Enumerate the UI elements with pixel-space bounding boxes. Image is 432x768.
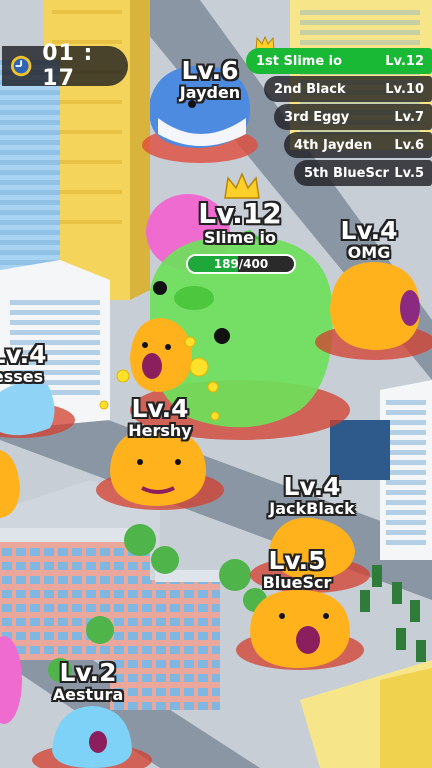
player-level: Lv.12 [198,197,282,230]
slime-name: Aestura [52,685,124,704]
leaderboard-row-5: 5th BlueScr Lv.5 [294,160,432,186]
slime-level: Lv.4 [340,216,398,245]
slime-name: Jayden [179,83,241,102]
leaderboard-level: Lv.10 [385,81,424,97]
leaderboard-row-3: 3rd Eggy Lv.7 [274,104,432,130]
leaderboard-name: 4th Jayden [294,137,373,153]
slime-level: Lv.5 [268,546,326,575]
slime-name: esses [0,367,44,386]
leaderboard-row-2: 2nd Black Lv.10 [264,76,432,102]
blue-shop-roof [330,420,390,480]
player-name: Slime io [203,228,277,247]
xp-bar: 189/400 [186,254,296,274]
match-timer: 01 : 17 [2,41,128,91]
leaderboard-name: 1st Slime io [256,53,343,69]
leaderboard-name: 5th BlueScr [304,165,389,181]
glass-building-left [0,60,60,290]
slime-name: BlueScr [262,573,332,592]
slime-level: Lv.4 [131,394,189,423]
leaderboard-row-1: 1st Slime io Lv.12 [246,48,432,74]
clock-icon [10,55,32,77]
slime-label-aestura: Lv.2 Aestura [53,660,123,703]
slime-level: Lv.4 [283,472,341,501]
leaderboard-name: 2nd Black [274,81,346,97]
small-yellow-slime [130,318,192,392]
slime-label-omg: Lv.4 OMG [340,218,397,261]
leaderboard-level: Lv.12 [385,53,424,69]
slime-label-jackblack: Lv.4 JackBlack [269,474,354,517]
player-label: Lv.12 Slime io [198,200,281,246]
xp-text: 189/400 [213,257,269,271]
timer-value: 01 : 17 [42,41,94,91]
slime-level: Lv.6 [181,56,239,85]
slime-level: Lv.2 [59,658,117,687]
slime-label-jayden: Lv.6 Jayden [180,58,240,101]
leaderboard-level: Lv.7 [394,109,424,125]
slime-name: Hershy [128,421,192,440]
slime-level: Lv.4 [0,340,47,369]
leaderboard-name: 3rd Eggy [284,109,350,125]
leaderboard-level: Lv.6 [394,137,424,153]
slime-label-esses: Lv.4 esses [0,342,47,385]
slime-name: JackBlack [269,499,355,518]
leaderboard-level: Lv.5 [394,165,424,181]
leaderboard-row-4: 4th Jayden Lv.6 [284,132,432,158]
slime-label-bluescr: Lv.5 BlueScr [263,548,332,591]
slime-label-hershy: Lv.4 Hershy [128,396,191,439]
slime-name: OMG [347,243,391,262]
